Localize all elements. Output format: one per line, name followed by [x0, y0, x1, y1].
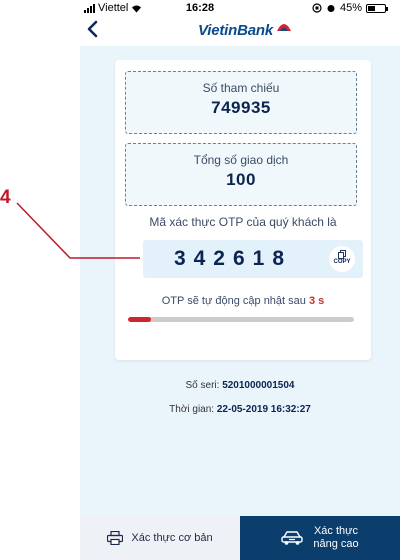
reference-label: Số tham chiếu: [202, 81, 280, 95]
logo-mark-icon: [276, 23, 291, 31]
printer-icon: [107, 531, 124, 545]
car-icon: [281, 531, 304, 545]
nav-bar: VietinBank: [80, 18, 400, 46]
copy-label: COPY: [333, 259, 351, 265]
chevron-left-icon: [87, 20, 98, 38]
otp-caption: Mã xác thực OTP của quý khách là: [149, 215, 337, 229]
total-transactions-box: Tổng số giao dịch 100: [125, 143, 357, 206]
back-button[interactable]: [86, 20, 98, 42]
alarm-icon: [327, 5, 335, 12]
copy-button[interactable]: COPY: [329, 246, 355, 272]
total-transactions-value: 100: [226, 170, 256, 189]
battery-icon: [366, 3, 388, 13]
reference-value: 749935: [211, 98, 271, 117]
otp-code: 342618: [173, 247, 293, 270]
logo-text: VietinBank: [198, 22, 273, 39]
tab-advanced-label: Xác thực nâng cao: [313, 525, 358, 551]
serial-line: Số seri: 5201000001504: [80, 380, 400, 391]
vietinbank-logo: VietinBank: [198, 22, 293, 39]
otp-card: Số tham chiếu 749935 Tổng số giao dịch 1…: [115, 60, 371, 360]
tab-advanced-auth[interactable]: Xác thực nâng cao: [240, 516, 400, 560]
tab-basic-auth[interactable]: Xác thực cơ bản: [80, 516, 240, 560]
time-value: 22-05-2019 16:32:27: [216, 404, 311, 415]
otp-countdown-bar: [128, 317, 354, 322]
tab-basic-label: Xác thực cơ bản: [131, 532, 213, 544]
orientation-lock-icon: [312, 3, 322, 13]
annotation-number: 4: [0, 187, 11, 208]
tab-advanced-line2: nâng cao: [313, 538, 359, 550]
status-bar: Viettel 16:28 45%: [0, 0, 400, 18]
battery-percent: 45%: [339, 2, 362, 14]
otp-refresh-seconds: 3 s: [308, 295, 325, 307]
status-right: 45%: [312, 2, 388, 14]
otp-refresh-text: OTP sẽ tự động cập nhật sau 3 s: [115, 295, 371, 307]
tab-advanced-line1: Xác thực: [313, 525, 359, 537]
serial-value: 5201000001504: [222, 380, 295, 391]
otp-refresh-prefix: OTP sẽ tự động cập nhật sau: [161, 295, 306, 307]
total-transactions-label: Tổng số giao dịch: [193, 153, 289, 167]
reference-box: Số tham chiếu 749935: [125, 71, 357, 134]
time-line: Thời gian: 22-05-2019 16:32:27: [80, 404, 400, 415]
copy-icon: [338, 250, 346, 259]
otp-countdown-fill: [128, 317, 151, 322]
time-label: Thời gian:: [169, 404, 215, 415]
serial-label: Số seri:: [185, 380, 220, 391]
battery-fill: [368, 5, 376, 11]
otp-box: 342618 COPY: [143, 240, 363, 278]
